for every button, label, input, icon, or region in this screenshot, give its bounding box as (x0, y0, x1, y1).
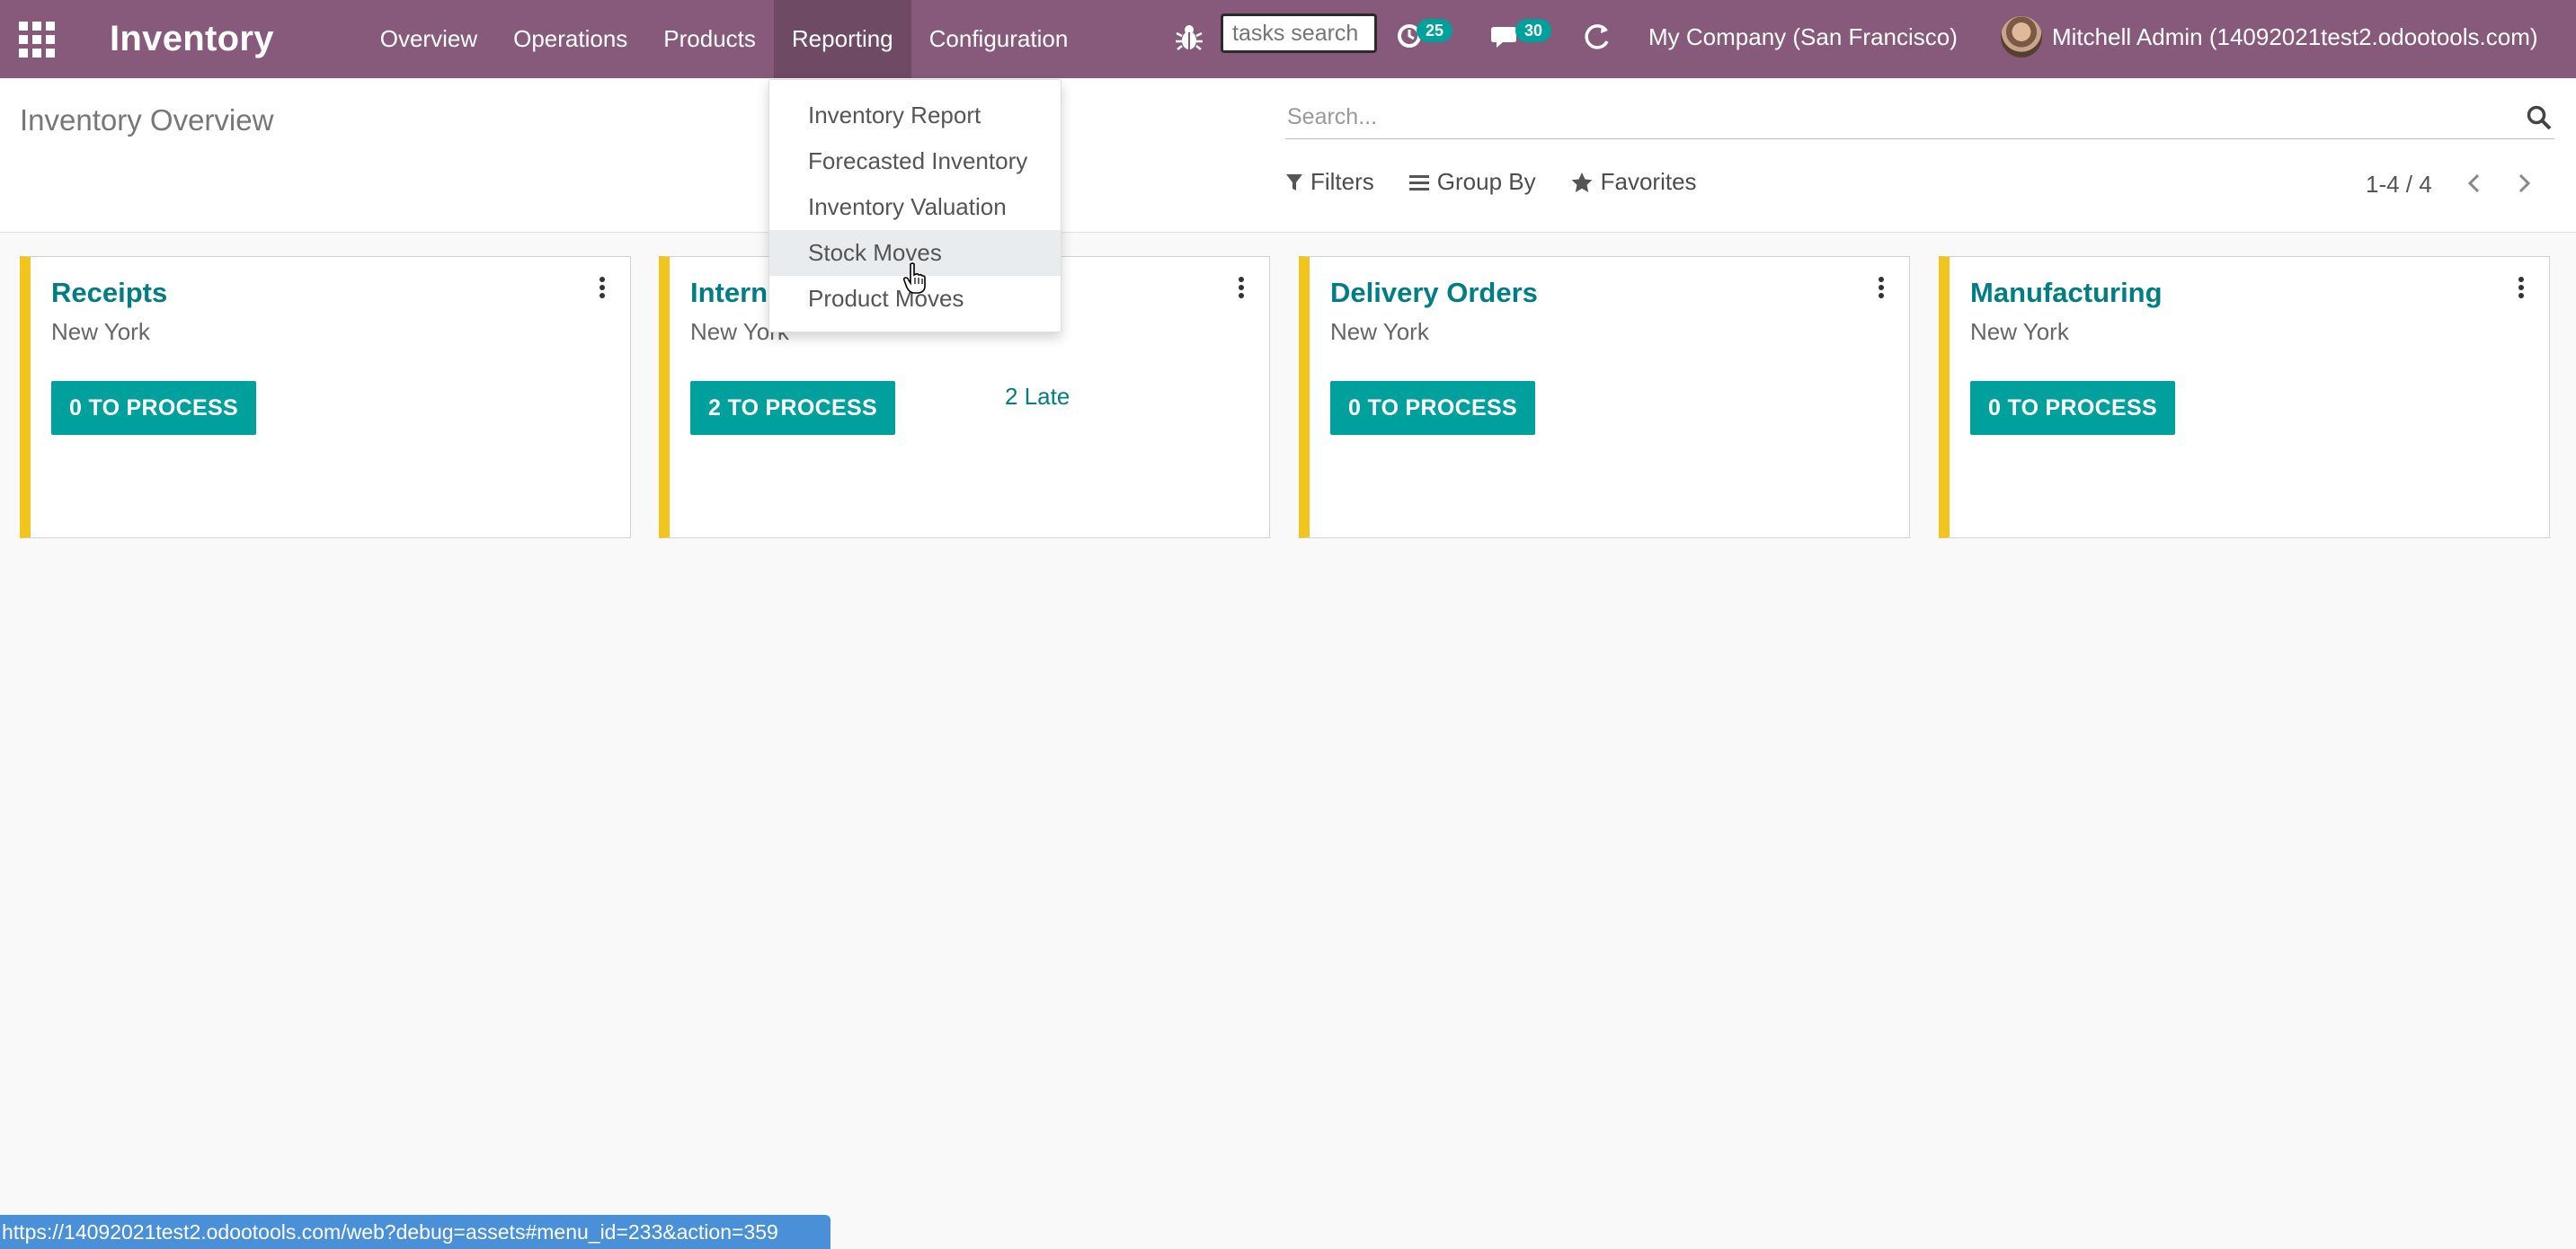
card-location: New York (1330, 318, 1429, 345)
chevron-right-icon[interactable] (2511, 169, 2536, 198)
group-by-icon (1408, 174, 1429, 190)
filter-icon (1286, 173, 1302, 190)
control-panel: Inventory Overview Filters Group By (0, 78, 2576, 233)
refresh-icon[interactable] (1582, 22, 1612, 52)
filters-label: Filters (1310, 168, 1374, 195)
kanban-card-manufacturing[interactable]: Manufacturing New York 0 TO PROCESS (1939, 256, 2550, 538)
star-icon (1571, 172, 1593, 192)
kanban-card-delivery-orders[interactable]: Delivery Orders New York 0 TO PROCESS (1299, 256, 1910, 538)
chat-icon[interactable] (1490, 23, 1519, 50)
menu-operations[interactable]: Operations (495, 0, 645, 78)
card-title[interactable]: Delivery Orders (1330, 277, 1538, 309)
pager-value[interactable]: 1-4 / 4 (2366, 171, 2432, 199)
menu-reporting[interactable]: Reporting (773, 0, 911, 78)
kebab-menu-icon[interactable] (1237, 277, 1246, 300)
filters-button[interactable]: Filters (1285, 168, 1374, 196)
search-bar (1285, 96, 2554, 139)
to-process-button[interactable]: 2 TO PROCESS (690, 381, 895, 435)
to-process-button[interactable]: 0 TO PROCESS (51, 381, 256, 435)
group-by-label: Group By (1436, 168, 1536, 195)
message-count-badge: 30 (1515, 19, 1551, 42)
tasks-search-input[interactable] (1221, 13, 1377, 53)
bug-icon[interactable] (1175, 22, 1204, 54)
favorites-button[interactable]: Favorites (1570, 168, 1697, 196)
main-menu: Overview Operations Products Reporting C… (362, 0, 1087, 78)
hand-pointer-icon (903, 262, 926, 294)
menu-overview[interactable]: Overview (362, 0, 495, 78)
page-title: Inventory Overview (20, 103, 274, 137)
dropdown-item-forecasted-inventory[interactable]: Forecasted Inventory (769, 138, 1061, 184)
to-process-button[interactable]: 0 TO PROCESS (1330, 381, 1535, 435)
apps-grid-icon[interactable] (16, 19, 58, 60)
link-status-bar: https://14092021test2.odootools.com/web?… (0, 1215, 831, 1249)
search-icon[interactable] (2526, 104, 2553, 131)
menu-products[interactable]: Products (645, 0, 774, 78)
top-navbar: Inventory Overview Operations Products R… (0, 0, 2576, 78)
avatar[interactable] (2001, 16, 2042, 58)
kebab-menu-icon[interactable] (2517, 277, 2526, 300)
activity-count-badge: 25 (1417, 19, 1452, 42)
kebab-menu-icon[interactable] (598, 277, 607, 300)
card-title[interactable]: Receipts (51, 277, 167, 309)
dropdown-item-inventory-valuation[interactable]: Inventory Valuation (769, 184, 1061, 230)
dropdown-item-inventory-report[interactable]: Inventory Report (769, 93, 1061, 138)
to-process-button[interactable]: 0 TO PROCESS (1970, 381, 2175, 435)
kanban-card-receipts[interactable]: Receipts New York 0 TO PROCESS (20, 256, 631, 538)
company-switcher[interactable]: My Company (San Francisco) (1648, 23, 1958, 51)
card-location: New York (1970, 318, 2069, 345)
menu-configuration[interactable]: Configuration (911, 0, 1087, 78)
kebab-menu-icon[interactable] (1877, 277, 1886, 300)
search-panel-buttons: Filters Group By Favorites (1285, 168, 1697, 196)
search-input[interactable] (1285, 100, 2508, 134)
group-by-button[interactable]: Group By (1408, 168, 1536, 196)
user-menu[interactable]: Mitchell Admin (14092021test2.odootools.… (2052, 23, 2538, 51)
card-title[interactable]: Manufacturing (1970, 277, 2163, 309)
chevron-left-icon[interactable] (2462, 169, 2487, 198)
app-brand[interactable]: Inventory (110, 19, 274, 59)
card-location: New York (51, 318, 150, 345)
late-link[interactable]: 2 Late (1005, 383, 1070, 411)
favorites-label: Favorites (1600, 168, 1697, 195)
